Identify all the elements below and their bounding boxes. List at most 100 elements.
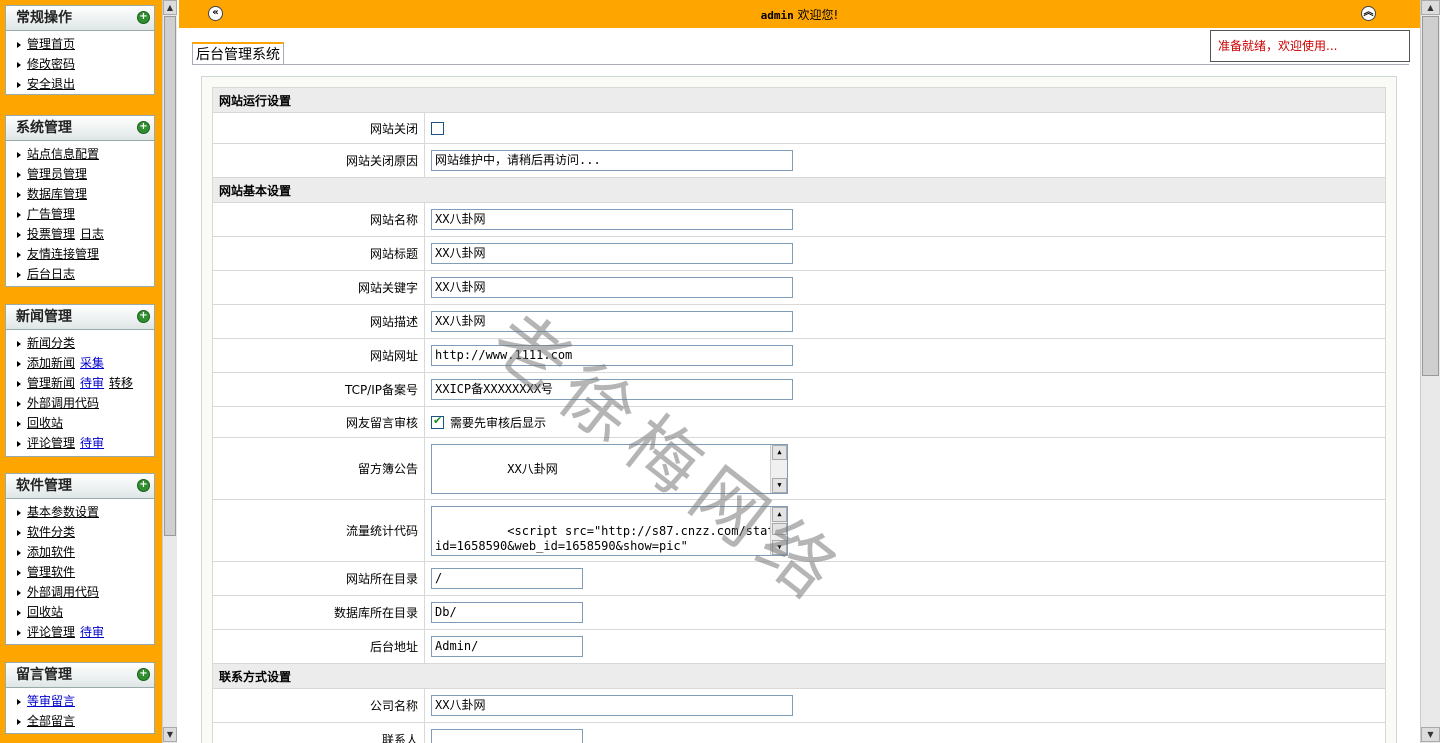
company-input[interactable]: XX八卦网 (431, 695, 793, 716)
sidebar-item: 评论管理 待审 (17, 622, 154, 642)
sidebar-link[interactable]: 评论管理 (27, 625, 75, 639)
sidebar-link[interactable]: 管理软件 (27, 565, 75, 579)
sidebar-link[interactable]: 待审 (80, 376, 104, 390)
sidebar-link[interactable]: 日志 (80, 227, 104, 241)
sidebar-link[interactable]: 待审 (80, 436, 104, 450)
sidebar-link[interactable]: 基本参数设置 (27, 505, 99, 519)
label-db-dir: 数据库所在目录 (212, 595, 425, 630)
site-keywords-input[interactable]: XX八卦网 (431, 277, 793, 298)
status-box: 准备就绪，欢迎使用... (1210, 30, 1410, 62)
sidebar-link[interactable]: 等审留言 (27, 694, 75, 708)
contact-person-input[interactable] (431, 729, 583, 743)
guestbook-review-checkbox[interactable] (431, 414, 444, 429)
green-circle-toggle-icon[interactable]: + (137, 479, 150, 492)
close-reason-input[interactable]: 网站维护中，请稍后再访问... (431, 150, 793, 171)
scroll-down-arrow-icon[interactable]: ▼ (772, 539, 787, 555)
scroll-up-arrow-icon[interactable]: ▲ (1421, 0, 1440, 15)
scroll-up-arrow-icon[interactable]: ▲ (772, 444, 787, 460)
scroll-down-arrow-icon[interactable]: ▼ (163, 727, 177, 742)
label-site-title: 网站标题 (212, 236, 425, 271)
sidebar-link[interactable]: 后台日志 (27, 267, 75, 281)
admin-dir-input[interactable]: Admin/ (431, 636, 583, 657)
sidebar-link[interactable]: 软件分类 (27, 525, 75, 539)
sidebar-link[interactable]: 数据库管理 (27, 187, 87, 201)
db-dir-input[interactable]: Db/ (431, 602, 583, 623)
sidebar-scrollbar[interactable]: ▲ ▼ (162, 0, 177, 743)
textarea-scrollbar[interactable]: ▲ ▼ (770, 506, 787, 555)
sidebar-link[interactable]: 安全退出 (27, 77, 75, 91)
sidebar-link[interactable]: 外部调用代码 (27, 585, 99, 599)
site-dir-input[interactable]: / (431, 568, 583, 589)
sidebar-item: 安全退出 (17, 74, 154, 94)
bullet-triangle-icon (17, 231, 21, 238)
sidebar-link[interactable]: 回收站 (27, 416, 63, 430)
panel-title[interactable]: 软件管理 + (6, 474, 154, 499)
sidebar-link[interactable]: 添加软件 (27, 545, 75, 559)
tab-admin-system[interactable]: 后台管理系统 (192, 42, 284, 65)
sidebar-link[interactable]: 新闻分类 (27, 336, 75, 350)
bullet-triangle-icon (17, 340, 21, 347)
sidebar-link[interactable]: 广告管理 (27, 207, 75, 221)
bullet-triangle-icon (17, 529, 21, 536)
panel-title[interactable]: 新闻管理 + (6, 305, 154, 330)
scroll-up-arrow-icon[interactable]: ▲ (163, 0, 177, 15)
green-circle-toggle-icon[interactable]: + (137, 11, 150, 24)
sidebar-link[interactable]: 全部留言 (27, 714, 75, 728)
textarea-scrollbar[interactable]: ▲ ▼ (770, 444, 787, 493)
sidebar-link[interactable]: 待审 (80, 625, 104, 639)
sidebar-link[interactable]: 管理员管理 (27, 167, 87, 181)
sidebar-link[interactable]: 投票管理 (27, 227, 75, 241)
scroll-down-arrow-icon[interactable]: ▼ (772, 477, 787, 493)
bullet-triangle-icon (17, 61, 21, 68)
panel-menu: 基本参数设置 软件分类添加软件管理软件外部调用代码 回收站评论管理 待审 (6, 499, 154, 645)
scroll-up-arrow-icon[interactable]: ▲ (772, 506, 787, 522)
sidebar-item: 基本参数设置 (17, 502, 154, 522)
green-circle-toggle-icon[interactable]: + (137, 310, 150, 323)
sidebar-item: 添加新闻 采集 (17, 353, 154, 373)
bullet-triangle-icon (17, 420, 21, 427)
label-close-reason: 网站关闭原因 (212, 143, 425, 178)
bullet-triangle-icon (17, 251, 21, 258)
scroll-thumb[interactable] (1422, 16, 1439, 376)
sidebar-item: 友情连接管理 (17, 244, 154, 264)
sidebar-item: 管理首页 (17, 34, 154, 54)
bullet-triangle-icon (17, 549, 21, 556)
sidebar-link[interactable]: 友情连接管理 (27, 247, 99, 261)
sidebar-link[interactable]: 站点信息配置 (27, 147, 99, 161)
site-closed-checkbox[interactable] (431, 122, 444, 135)
site-url-input[interactable]: http://www.1111.com (431, 345, 793, 366)
guestbook-notice-textarea[interactable]: XX八卦网 ▲ ▼ (431, 443, 788, 494)
panel-title[interactable]: 系统管理 + (6, 116, 154, 141)
scroll-thumb[interactable] (772, 522, 787, 535)
sidebar-link[interactable]: 回收站 (27, 605, 63, 619)
stat-code-textarea[interactable]: <script src="http://s87.cnzz.com/stat.ph… (431, 505, 788, 556)
sidebar-link[interactable]: 管理首页 (27, 37, 75, 51)
sidebar-link[interactable]: 采集 (80, 356, 104, 370)
green-circle-toggle-icon[interactable]: + (137, 121, 150, 134)
bullet-triangle-icon (17, 589, 21, 596)
site-name-input[interactable]: XX八卦网 (431, 209, 793, 230)
icp-input[interactable]: XXICP备XXXXXXXX号 (431, 379, 793, 400)
double-chevron-up-icon[interactable]: ︽ (1361, 6, 1376, 21)
sidebar-link[interactable]: 修改密码 (27, 57, 75, 71)
scroll-down-arrow-icon[interactable]: ▼ (1421, 727, 1440, 742)
sidebar-link[interactable]: 添加新闻 (27, 356, 75, 370)
bullet-triangle-icon (17, 569, 21, 576)
label-site-desc: 网站描述 (212, 304, 425, 339)
scroll-thumb[interactable] (164, 16, 176, 536)
site-title-input[interactable]: XX八卦网 (431, 243, 793, 264)
panel-title[interactable]: 常规操作 + (6, 6, 154, 31)
green-circle-toggle-icon[interactable]: + (137, 668, 150, 681)
sidebar-link[interactable]: 转移 (109, 376, 133, 390)
bullet-triangle-icon (17, 271, 21, 278)
panel-system: 系统管理 + 站点信息配置 管理员管理数据库管理广告管理投票管理 日志友情连接管理 后台日… (5, 115, 155, 287)
sidebar-link[interactable]: 评论管理 (27, 436, 75, 450)
panel-title[interactable]: 留言管理 + (6, 663, 154, 688)
main-scrollbar[interactable]: ▲ ▼ (1420, 0, 1440, 743)
bullet-triangle-icon (17, 171, 21, 178)
sidebar-link[interactable]: 外部调用代码 (27, 396, 99, 410)
left-sidebar: 常规操作 + 管理首页修改密码安全退出 系统管理 + 站点信息配置 管理员管理数据库管理广… (0, 0, 162, 743)
site-desc-input[interactable]: XX八卦网 (431, 311, 793, 332)
bullet-triangle-icon (17, 609, 21, 616)
sidebar-link[interactable]: 管理新闻 (27, 376, 75, 390)
